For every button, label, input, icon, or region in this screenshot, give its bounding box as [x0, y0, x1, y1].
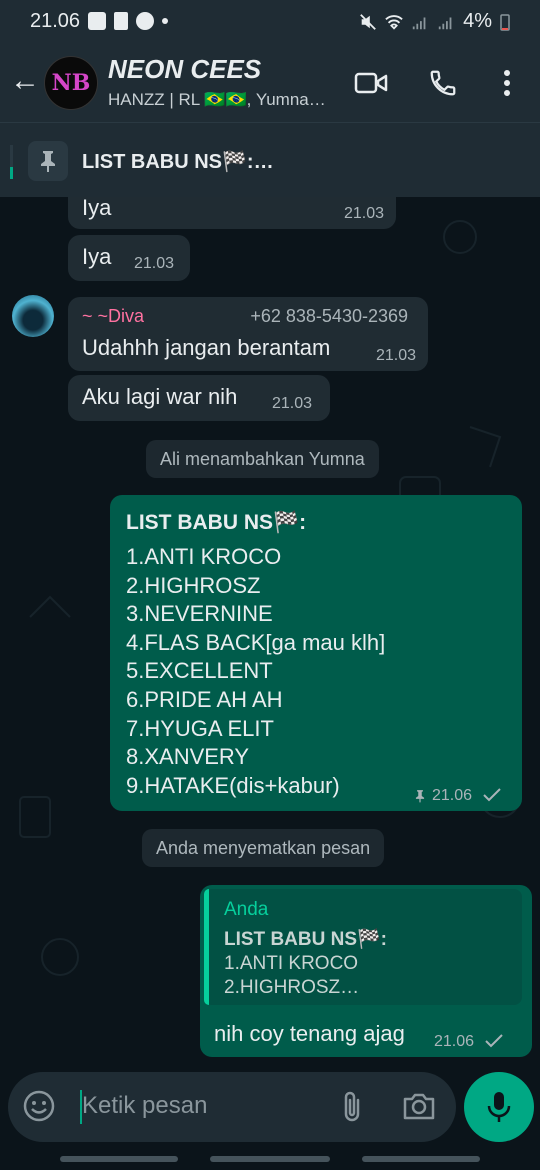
message-bubble[interactable]: Aku lagi war nih 21.03 — [68, 375, 330, 421]
group-avatar[interactable]: NB — [44, 56, 98, 110]
message-text: nih coy tenang ajag — [214, 1021, 405, 1046]
quote-bar — [204, 889, 209, 1005]
notification-icons — [88, 12, 168, 30]
message-bubble[interactable]: Iya 21.03 — [68, 197, 396, 229]
attach-icon[interactable] — [338, 1090, 366, 1124]
message-time: 21.03 — [343, 205, 384, 222]
chat-header: ← NB NEON CEES HANZZ | RL 🇧🇷🇧🇷, Yumna… — [0, 44, 540, 122]
message-time: 21.03 — [375, 347, 416, 364]
list-item: 7.HYUGA ELIT — [126, 715, 274, 741]
message-time: 21.03 — [134, 255, 175, 272]
sent-check-icon — [483, 788, 501, 802]
list-item: 2.HIGHROSZ — [126, 572, 261, 598]
microphone-button[interactable] — [464, 1072, 534, 1142]
list-item: 6.PRIDE AH AH — [126, 686, 283, 712]
battery-icon — [500, 13, 510, 31]
back-arrow-icon[interactable]: ← — [10, 64, 40, 98]
message-time: 21.03 — [272, 395, 313, 412]
message-text: Iya — [82, 244, 112, 269]
more-options-icon[interactable] — [490, 66, 524, 100]
more-notifications-icon — [162, 18, 168, 24]
pin-icon — [28, 141, 68, 181]
group-members[interactable]: HANZZ | RL 🇧🇷🇧🇷, Yumna… — [108, 90, 338, 110]
quote-title: LIST BABU NS🏁: — [224, 929, 387, 950]
microphone-icon — [487, 1092, 511, 1122]
message-bubble[interactable]: ~ ~Diva +62 838-5430-2369 Udahhh jangan … — [68, 297, 428, 371]
status-time: 21.06 — [30, 10, 81, 32]
message-text: Aku lagi war nih — [82, 384, 238, 409]
list-item: 4.FLAS BACK[ga mau klh] — [126, 629, 386, 655]
dnd-icon — [136, 12, 154, 30]
pin-indicator — [10, 145, 13, 179]
list-item: 3.NEVERNINE — [126, 601, 273, 627]
message-text: Iya — [82, 197, 112, 220]
battery-text: 4% — [463, 10, 492, 32]
system-message: Anda menyematkan pesan — [142, 829, 385, 867]
wifi-icon — [385, 14, 403, 30]
camera-icon[interactable] — [402, 1091, 436, 1121]
gallery-icon — [88, 12, 106, 30]
message-time: 21.06 — [434, 1033, 475, 1050]
message-bubble[interactable]: Iya 21.03 — [68, 235, 190, 281]
system-message: Ali menambahkan Yumna — [146, 440, 379, 478]
chat-area[interactable]: Iya 21.03 Iya 21.03 ~ ~Diva +62 838-5430… — [0, 197, 540, 1070]
nav-back-button[interactable] — [362, 1156, 480, 1162]
list-items: 1.ANTI KROCO 2.HIGHROSZ 3.NEVERNINE 4.FLAS … — [126, 543, 385, 800]
nav-home-button[interactable] — [210, 1156, 330, 1162]
pinned-message-bar[interactable]: LIST BABU NS🏁:… — [0, 122, 540, 197]
list-item: 8.XANVERY — [126, 744, 250, 770]
signal-2-icon — [438, 17, 452, 29]
quoted-message[interactable]: Anda LIST BABU NS🏁: 1.ANTI KROCO 2.HIGHR… — [204, 889, 522, 1005]
voice-call-icon[interactable] — [426, 66, 460, 100]
quote-author: Anda — [224, 899, 269, 920]
emoji-icon[interactable] — [22, 1089, 56, 1123]
message-text: Udahhh jangan berantam — [82, 335, 331, 360]
message-composer[interactable]: Ketik pesan — [8, 1072, 456, 1142]
sender-name[interactable]: ~ ~Diva — [82, 306, 144, 327]
list-item: 9.HATAKE(dis+kabur) — [126, 772, 340, 798]
list-item: 5.EXCELLENT — [126, 658, 273, 684]
sent-check-icon — [485, 1034, 503, 1048]
alert-icon — [114, 12, 128, 30]
message-input[interactable]: Ketik pesan — [82, 1092, 207, 1120]
quote-line: 1.ANTI KROCO — [224, 953, 359, 974]
sender-phone: +62 838-5430-2369 — [250, 306, 408, 326]
nav-recent-button[interactable] — [60, 1156, 178, 1162]
list-item: 1.ANTI KROCO — [126, 544, 282, 569]
signal-1-icon — [412, 17, 426, 29]
video-call-icon[interactable] — [354, 66, 388, 100]
group-title[interactable]: NEON CEES — [108, 54, 261, 85]
quote-line: 2.HIGHROSZ… — [224, 977, 360, 998]
status-bar: 21.06 4% — [0, 0, 540, 44]
mute-icon — [360, 13, 376, 30]
pinned-message-text: LIST BABU NS🏁:… — [82, 151, 274, 173]
outgoing-message-list[interactable]: LIST BABU NS🏁: 1.ANTI KROCO 2.HIGHROSZ 3.N… — [110, 495, 522, 811]
sender-avatar[interactable] — [12, 295, 54, 337]
message-time: 21.06 — [432, 787, 473, 804]
list-title: LIST BABU NS🏁: — [126, 511, 307, 534]
pinned-mark-icon — [415, 790, 425, 803]
